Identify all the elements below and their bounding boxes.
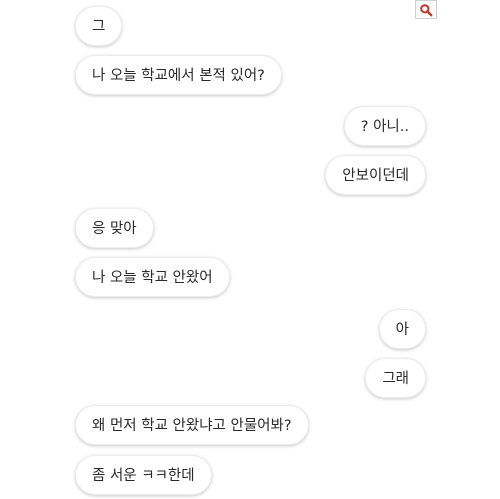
chat-area: 그 나 오늘 학교에서 본적 있어? ? 아니.. 안보이던데 응 맞아 나 오… <box>0 0 500 499</box>
message-sent: 아 <box>378 309 426 349</box>
message-sent: 그래 <box>365 358 426 398</box>
message-received: 그 <box>75 6 123 46</box>
search-icon <box>420 3 433 16</box>
message-sent: 안보이던데 <box>325 155 426 195</box>
message-sent: ? 아니.. <box>343 106 426 146</box>
message-received: 왜 먼저 학교 안왔냐고 안물어봐? <box>75 405 309 445</box>
search-button[interactable] <box>415 0 437 19</box>
message-received: 응 맞아 <box>75 208 154 248</box>
message-received: 좀 서운 ㅋㅋ한데 <box>75 455 212 495</box>
message-received: 나 오늘 학교 안왔어 <box>75 257 230 297</box>
message-received: 나 오늘 학교에서 본적 있어? <box>75 55 282 95</box>
